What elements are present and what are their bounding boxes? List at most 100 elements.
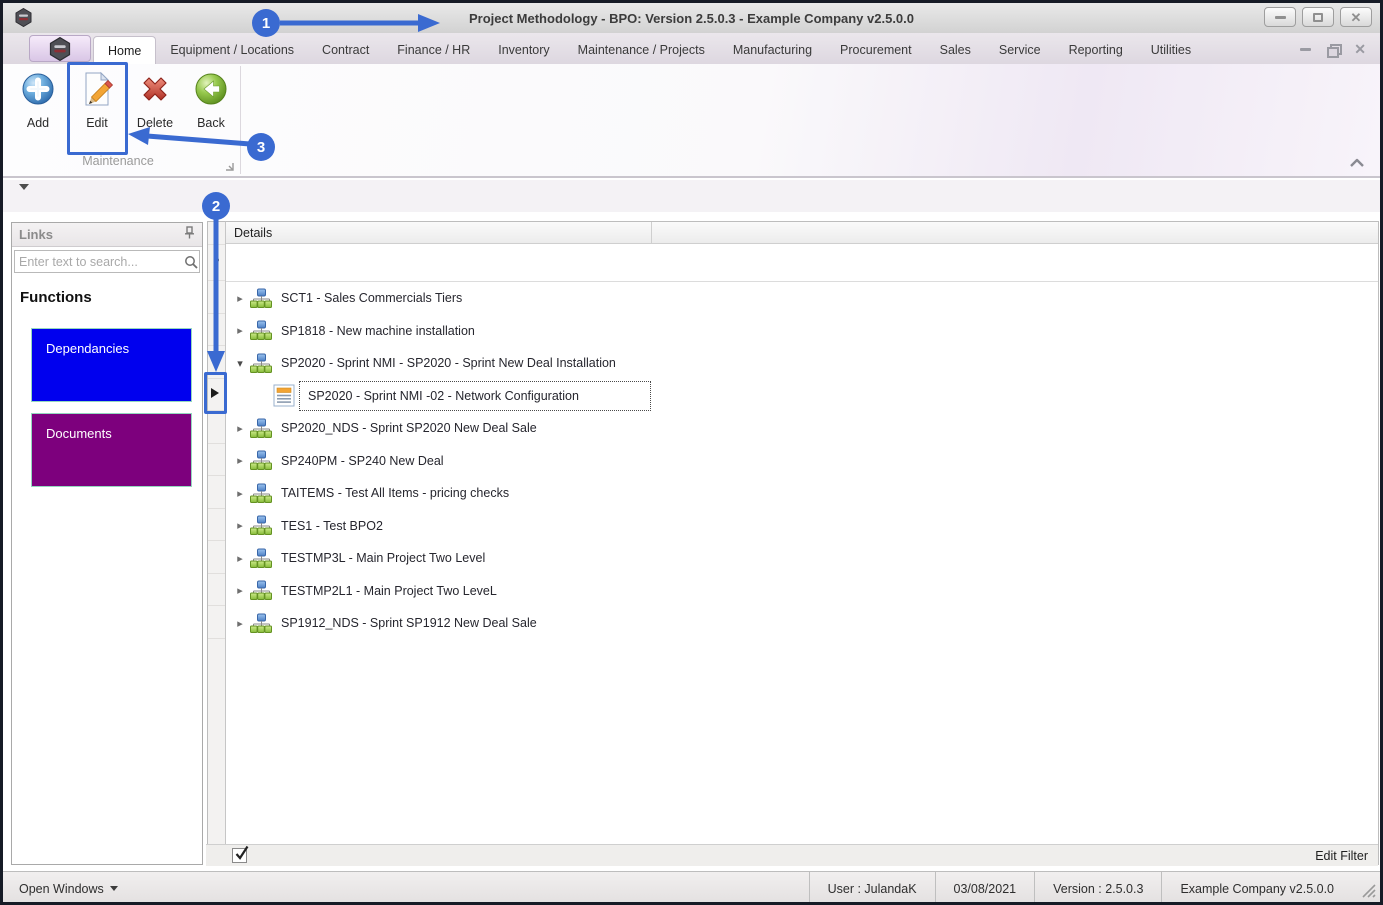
collapse-expanded-icon[interactable]: ▾ xyxy=(234,357,246,370)
delete-button[interactable]: Delete xyxy=(127,70,183,130)
tree-row-label[interactable]: SP1912_NDS - Sprint SP1912 New Deal Sale xyxy=(281,616,537,630)
collapse-ribbon-icon[interactable] xyxy=(1348,156,1366,174)
pin-icon[interactable] xyxy=(184,225,195,244)
tab-home[interactable]: Home xyxy=(93,36,157,64)
functions-section-title: Functions xyxy=(20,289,92,306)
maximize-button[interactable] xyxy=(1302,7,1334,27)
tree-row-label[interactable]: TESTMP3L - Main Project Two Level xyxy=(281,551,485,565)
tree-row[interactable]: ▾ SP2020 - Sprint NMI - SP2020 - Sprint … xyxy=(226,347,1378,380)
callout-2: 2 xyxy=(202,192,230,220)
tree-row-label[interactable]: SP240PM - SP240 New Deal xyxy=(281,454,444,468)
application-menu-button[interactable] xyxy=(29,35,91,62)
tree-row-label[interactable]: TAITEMS - Test All Items - pricing check… xyxy=(281,486,509,500)
tree-row[interactable]: ▸ SCT1 - Sales Commercials Tiers xyxy=(226,282,1378,315)
dependancies-button[interactable]: Dependancies xyxy=(31,328,192,402)
expand-collapsed-icon[interactable]: ▸ xyxy=(234,454,246,467)
tree-row-label[interactable]: SP1818 - New machine installation xyxy=(281,324,475,338)
project-node-icon xyxy=(250,580,272,601)
tree-row[interactable]: ▸ TESTMP3L - Main Project Two Level xyxy=(226,542,1378,575)
links-panel-title: Links xyxy=(19,227,53,242)
expand-collapsed-icon[interactable]: ▸ xyxy=(234,519,246,532)
ribbon-tabs: Home Equipment / Locations Contract Fina… xyxy=(93,36,1205,64)
tree-row-label[interactable]: TESTMP2L1 - Main Project Two LeveL xyxy=(281,584,497,598)
project-node-icon xyxy=(250,320,272,341)
tree-row-label[interactable]: SP2020_NDS - Sprint SP2020 New Deal Sale xyxy=(281,421,537,435)
status-company: Example Company v2.5.0.0 xyxy=(1161,872,1352,902)
window-title: Project Methodology - BPO: Version 2.5.0… xyxy=(468,10,915,26)
mdi-close-icon[interactable]: ✕ xyxy=(1354,42,1366,56)
chevron-down-icon xyxy=(109,886,118,891)
links-panel: Links Functions Dependancies Documents xyxy=(11,222,203,865)
group-dialog-launcher-icon[interactable] xyxy=(225,158,234,176)
edit-icon xyxy=(85,71,114,106)
search-input[interactable] xyxy=(15,254,184,269)
resize-grip[interactable] xyxy=(1362,884,1376,901)
tab-procurement[interactable]: Procurement xyxy=(826,36,926,64)
tab-equipment-locations[interactable]: Equipment / Locations xyxy=(156,36,308,64)
tab-service[interactable]: Service xyxy=(985,36,1055,64)
details-grid: Details ▸ SCT1 - Sales Commercials Tiers… xyxy=(206,221,1379,866)
project-node-icon xyxy=(250,483,272,504)
status-date: 03/08/2021 xyxy=(934,872,1035,902)
mdi-minimize-icon[interactable] xyxy=(1300,47,1312,51)
column-divider[interactable] xyxy=(651,222,652,244)
grid-filter-row[interactable] xyxy=(226,244,1378,282)
open-windows-dropdown[interactable]: Open Windows xyxy=(19,882,118,896)
expand-collapsed-icon[interactable]: ▸ xyxy=(234,487,246,500)
tree-row-selected[interactable]: SP2020 - Sprint NMI -02 - Network Config… xyxy=(226,380,1378,413)
tree-row[interactable]: ▸ TESTMP2L1 - Main Project Two LeveL xyxy=(226,575,1378,608)
tab-maintenance-projects[interactable]: Maintenance / Projects xyxy=(564,36,719,64)
tree-row[interactable]: ▸ SP1912_NDS - Sprint SP1912 New Deal Sa… xyxy=(226,607,1378,640)
project-tree: ▸ SCT1 - Sales Commercials Tiers ▸ SP181… xyxy=(226,282,1378,640)
title-bar: Project Methodology - BPO: Version 2.5.0… xyxy=(3,3,1380,33)
project-node-icon xyxy=(250,418,272,439)
tab-utilities[interactable]: Utilities xyxy=(1137,36,1205,64)
tree-row[interactable]: ▸ SP1818 - New machine installation xyxy=(226,315,1378,348)
selected-row-focus-box[interactable]: SP2020 - Sprint NMI -02 - Network Config… xyxy=(299,380,651,411)
tab-sales[interactable]: Sales xyxy=(926,36,985,64)
tab-contract[interactable]: Contract xyxy=(308,36,383,64)
back-button[interactable]: Back xyxy=(183,70,239,130)
focused-row-indicator-icon[interactable] xyxy=(211,388,219,398)
search-icon[interactable] xyxy=(184,255,203,269)
project-node-icon xyxy=(250,515,272,536)
tree-row[interactable]: ▸ SP2020_NDS - Sprint SP2020 New Deal Sa… xyxy=(226,412,1378,445)
edit-button[interactable]: Edit xyxy=(69,70,125,130)
ribbon-group-label: Maintenance xyxy=(82,154,154,168)
filter-enabled-checkbox[interactable] xyxy=(232,845,249,863)
documents-button[interactable]: Documents xyxy=(31,413,192,487)
expand-collapsed-icon[interactable]: ▸ xyxy=(234,324,246,337)
tab-reporting[interactable]: Reporting xyxy=(1055,36,1137,64)
project-node-icon xyxy=(250,613,272,634)
expand-collapsed-icon[interactable]: ▸ xyxy=(234,617,246,630)
task-document-icon xyxy=(273,384,295,407)
callout-1: 1 xyxy=(252,9,280,37)
add-icon xyxy=(22,73,54,105)
tree-row-label[interactable]: TES1 - Test BPO2 xyxy=(281,519,383,533)
details-column-header[interactable]: Details xyxy=(226,226,272,240)
tree-row-label: SP2020 - Sprint NMI -02 - Network Config… xyxy=(308,388,579,403)
tree-row-label[interactable]: SP2020 - Sprint NMI - SP2020 - Sprint Ne… xyxy=(281,356,616,370)
app-logo-icon xyxy=(49,36,71,61)
expand-collapsed-icon[interactable]: ▸ xyxy=(234,292,246,305)
expand-collapsed-icon[interactable]: ▸ xyxy=(234,584,246,597)
minimize-button[interactable] xyxy=(1264,7,1296,27)
tab-finance-hr[interactable]: Finance / HR xyxy=(383,36,484,64)
tab-manufacturing[interactable]: Manufacturing xyxy=(719,36,826,64)
grid-header-row: Details xyxy=(226,222,1378,244)
links-panel-header: Links xyxy=(12,223,202,247)
expand-collapsed-icon[interactable]: ▸ xyxy=(234,422,246,435)
expand-collapsed-icon[interactable]: ▸ xyxy=(234,552,246,565)
close-button[interactable]: ✕ xyxy=(1340,7,1372,27)
mdi-restore-icon[interactable] xyxy=(1327,44,1343,58)
tree-row[interactable]: ▸ TAITEMS - Test All Items - pricing che… xyxy=(226,477,1378,510)
toolbar-overflow-icon[interactable] xyxy=(19,184,30,208)
edit-filter-link[interactable]: Edit Filter xyxy=(1315,849,1368,863)
tree-row-label[interactable]: SCT1 - Sales Commercials Tiers xyxy=(281,291,462,305)
tab-inventory[interactable]: Inventory xyxy=(484,36,563,64)
tree-row[interactable]: ▸ TES1 - Test BPO2 xyxy=(226,510,1378,543)
grid-row-indicator-column xyxy=(207,221,226,865)
tree-row[interactable]: ▸ SP240PM - SP240 New Deal xyxy=(226,445,1378,478)
add-button[interactable]: Add xyxy=(10,70,66,130)
filter-row-indicator xyxy=(215,258,219,262)
